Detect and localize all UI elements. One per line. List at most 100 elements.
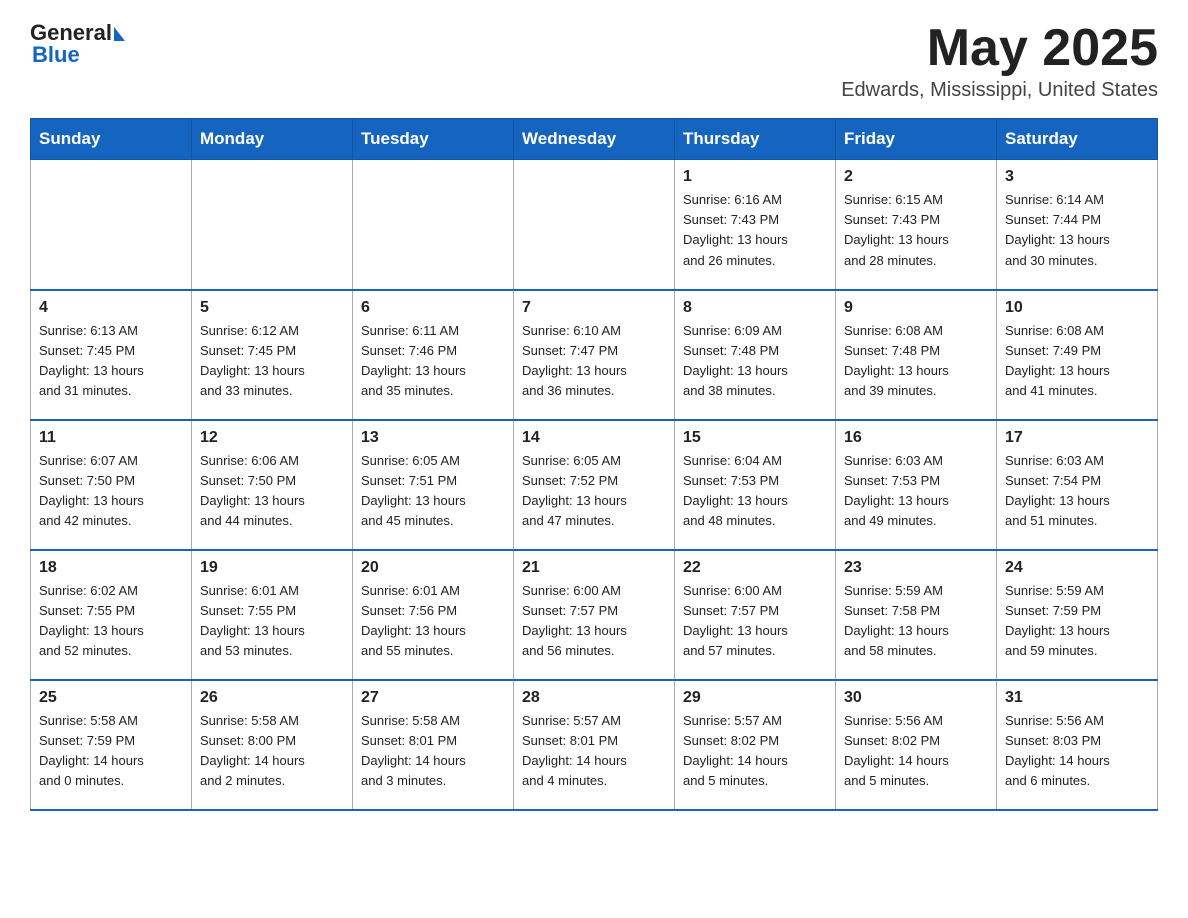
day-number: 29 [683,689,827,707]
day-number: 15 [683,429,827,447]
weekday-header: Tuesday [353,119,514,160]
calendar-table: SundayMondayTuesdayWednesdayThursdayFrid… [30,118,1158,811]
day-number: 24 [1005,559,1149,577]
day-number: 16 [844,429,988,447]
calendar-day-cell: 27 Sunrise: 5:58 AM Sunset: 8:01 PM Dayli… [353,680,514,810]
day-number: 23 [844,559,988,577]
calendar-day-cell [192,160,353,290]
logo-arrow-icon [114,27,125,41]
day-info: Sunrise: 5:58 AM Sunset: 7:59 PM Dayligh… [39,711,183,792]
weekday-header: Thursday [675,119,836,160]
day-number: 4 [39,299,183,317]
day-info: Sunrise: 6:03 AM Sunset: 7:54 PM Dayligh… [1005,451,1149,532]
day-info: Sunrise: 5:57 AM Sunset: 8:01 PM Dayligh… [522,711,666,792]
calendar-day-cell: 20Sunrise: 6:01 AM Sunset: 7:56 PM Dayli… [353,550,514,680]
day-info: Sunrise: 6:10 AM Sunset: 7:47 PM Dayligh… [522,321,666,402]
calendar-day-cell: 29 Sunrise: 5:57 AM Sunset: 8:02 PM Dayli… [675,680,836,810]
day-info: Sunrise: 5:58 AM Sunset: 8:00 PM Dayligh… [200,711,344,792]
day-info: Sunrise: 5:56 AM Sunset: 8:03 PM Dayligh… [1005,711,1149,792]
day-info: Sunrise: 6:12 AM Sunset: 7:45 PM Dayligh… [200,321,344,402]
calendar-day-cell: 9 Sunrise: 6:08 AM Sunset: 7:48 PM Daylig… [836,290,997,420]
calendar-week-row: 1Sunrise: 6:16 AM Sunset: 7:43 PM Daylig… [31,160,1158,290]
calendar-day-cell: 31 Sunrise: 5:56 AM Sunset: 8:03 PM Dayli… [997,680,1158,810]
day-info: Sunrise: 6:14 AM Sunset: 7:44 PM Dayligh… [1005,190,1149,271]
day-info: Sunrise: 6:00 AM Sunset: 7:57 PM Dayligh… [522,581,666,662]
calendar-day-cell: 10 Sunrise: 6:08 AM Sunset: 7:49 PM Dayli… [997,290,1158,420]
calendar-day-cell: 2 Sunrise: 6:15 AM Sunset: 7:43 PM Daylig… [836,160,997,290]
logo-blue: Blue [30,42,80,68]
calendar-day-cell: 24 Sunrise: 5:59 AM Sunset: 7:59 PM Dayli… [997,550,1158,680]
day-number: 17 [1005,429,1149,447]
day-number: 2 [844,168,988,186]
calendar-week-row: 4 Sunrise: 6:13 AM Sunset: 7:45 PM Daylig… [31,290,1158,420]
calendar-week-row: 11 Sunrise: 6:07 AM Sunset: 7:50 PM Dayli… [31,420,1158,550]
calendar-day-cell: 1Sunrise: 6:16 AM Sunset: 7:43 PM Daylig… [675,160,836,290]
day-info: Sunrise: 6:05 AM Sunset: 7:52 PM Dayligh… [522,451,666,532]
day-number: 31 [1005,689,1149,707]
day-number: 19 [200,559,344,577]
day-info: Sunrise: 5:59 AM Sunset: 7:58 PM Dayligh… [844,581,988,662]
calendar-day-cell: 3 Sunrise: 6:14 AM Sunset: 7:44 PM Daylig… [997,160,1158,290]
calendar-day-cell: 13 Sunrise: 6:05 AM Sunset: 7:51 PM Dayli… [353,420,514,550]
day-info: Sunrise: 6:09 AM Sunset: 7:48 PM Dayligh… [683,321,827,402]
day-number: 7 [522,299,666,317]
calendar-week-row: 18Sunrise: 6:02 AM Sunset: 7:55 PM Dayli… [31,550,1158,680]
day-info: Sunrise: 6:06 AM Sunset: 7:50 PM Dayligh… [200,451,344,532]
day-info: Sunrise: 6:15 AM Sunset: 7:43 PM Dayligh… [844,190,988,271]
calendar-header-row: SundayMondayTuesdayWednesdayThursdayFrid… [31,119,1158,160]
day-number: 26 [200,689,344,707]
location-title: Edwards, Mississippi, United States [841,79,1158,102]
day-number: 25 [39,689,183,707]
calendar-day-cell: 12 Sunrise: 6:06 AM Sunset: 7:50 PM Dayli… [192,420,353,550]
calendar-day-cell: 14 Sunrise: 6:05 AM Sunset: 7:52 PM Dayli… [514,420,675,550]
calendar-day-cell: 17 Sunrise: 6:03 AM Sunset: 7:54 PM Dayli… [997,420,1158,550]
day-number: 21 [522,559,666,577]
weekday-header: Saturday [997,119,1158,160]
day-info: Sunrise: 6:05 AM Sunset: 7:51 PM Dayligh… [361,451,505,532]
day-number: 5 [200,299,344,317]
day-number: 3 [1005,168,1149,186]
calendar-day-cell: 11 Sunrise: 6:07 AM Sunset: 7:50 PM Dayli… [31,420,192,550]
calendar-day-cell: 23 Sunrise: 5:59 AM Sunset: 7:58 PM Dayli… [836,550,997,680]
calendar-day-cell: 15Sunrise: 6:04 AM Sunset: 7:53 PM Dayli… [675,420,836,550]
month-title: May 2025 [841,20,1158,77]
calendar-day-cell [353,160,514,290]
day-info: Sunrise: 6:08 AM Sunset: 7:49 PM Dayligh… [1005,321,1149,402]
calendar-week-row: 25 Sunrise: 5:58 AM Sunset: 7:59 PM Dayli… [31,680,1158,810]
weekday-header: Wednesday [514,119,675,160]
calendar-day-cell: 6 Sunrise: 6:11 AM Sunset: 7:46 PM Daylig… [353,290,514,420]
weekday-header: Sunday [31,119,192,160]
day-info: Sunrise: 6:07 AM Sunset: 7:50 PM Dayligh… [39,451,183,532]
calendar-day-cell: 30Sunrise: 5:56 AM Sunset: 8:02 PM Dayli… [836,680,997,810]
title-block: May 2025 Edwards, Mississippi, United St… [841,20,1158,102]
day-info: Sunrise: 6:00 AM Sunset: 7:57 PM Dayligh… [683,581,827,662]
day-info: Sunrise: 5:57 AM Sunset: 8:02 PM Dayligh… [683,711,827,792]
calendar-day-cell: 19 Sunrise: 6:01 AM Sunset: 7:55 PM Dayli… [192,550,353,680]
day-info: Sunrise: 6:16 AM Sunset: 7:43 PM Dayligh… [683,190,827,271]
day-number: 10 [1005,299,1149,317]
day-number: 12 [200,429,344,447]
day-number: 6 [361,299,505,317]
day-info: Sunrise: 6:11 AM Sunset: 7:46 PM Dayligh… [361,321,505,402]
day-number: 13 [361,429,505,447]
calendar-day-cell: 7 Sunrise: 6:10 AM Sunset: 7:47 PM Daylig… [514,290,675,420]
day-number: 18 [39,559,183,577]
day-number: 8 [683,299,827,317]
day-number: 14 [522,429,666,447]
calendar-day-cell: 4 Sunrise: 6:13 AM Sunset: 7:45 PM Daylig… [31,290,192,420]
day-info: Sunrise: 5:58 AM Sunset: 8:01 PM Dayligh… [361,711,505,792]
day-info: Sunrise: 6:08 AM Sunset: 7:48 PM Dayligh… [844,321,988,402]
calendar-day-cell: 18Sunrise: 6:02 AM Sunset: 7:55 PM Dayli… [31,550,192,680]
weekday-header: Friday [836,119,997,160]
calendar-day-cell: 22Sunrise: 6:00 AM Sunset: 7:57 PM Dayli… [675,550,836,680]
calendar-day-cell: 5 Sunrise: 6:12 AM Sunset: 7:45 PM Daylig… [192,290,353,420]
day-number: 27 [361,689,505,707]
day-number: 20 [361,559,505,577]
day-number: 9 [844,299,988,317]
day-info: Sunrise: 5:59 AM Sunset: 7:59 PM Dayligh… [1005,581,1149,662]
day-info: Sunrise: 5:56 AM Sunset: 8:02 PM Dayligh… [844,711,988,792]
day-number: 11 [39,429,183,447]
day-info: Sunrise: 6:13 AM Sunset: 7:45 PM Dayligh… [39,321,183,402]
calendar-day-cell: 16Sunrise: 6:03 AM Sunset: 7:53 PM Dayli… [836,420,997,550]
day-info: Sunrise: 6:01 AM Sunset: 7:55 PM Dayligh… [200,581,344,662]
